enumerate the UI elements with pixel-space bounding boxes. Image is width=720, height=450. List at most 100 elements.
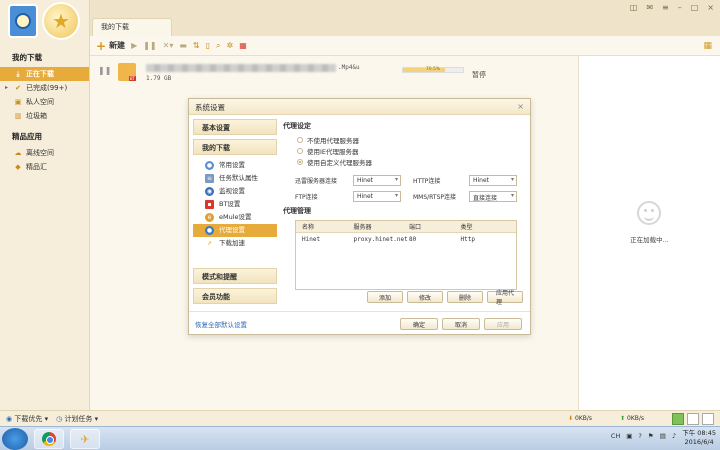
nav-item-common[interactable]: ● 常用设置 xyxy=(193,159,277,172)
nav-item-task-default[interactable]: ≡ 任务默认属性 xyxy=(193,172,277,185)
nav-item-label: 常用设置 xyxy=(219,161,245,169)
radio-ie-proxy[interactable]: 使用IE代理服务器 xyxy=(283,145,527,156)
new-task-button[interactable]: + 新建 xyxy=(96,39,125,53)
column-header: 类型 xyxy=(460,224,473,231)
close-icon[interactable]: × xyxy=(707,3,714,12)
cell-name: Hinet xyxy=(302,235,321,243)
nav-item-label: eMule设置 xyxy=(219,213,252,221)
sidebar-item-private[interactable]: ▣ 私人空间 xyxy=(0,95,89,109)
maximize-icon[interactable]: □ xyxy=(691,3,699,12)
search-icon[interactable]: ⌕ xyxy=(216,41,220,51)
add-button[interactable]: 添加 xyxy=(367,291,403,303)
proxy-row-label: 迅雷服务器连接 xyxy=(295,178,338,185)
network-icon[interactable]: ▤ xyxy=(660,432,666,440)
gift-icon[interactable]: ▦ xyxy=(239,41,247,50)
sidebar-item-label: 正在下载 xyxy=(26,70,54,78)
view-mode-icon[interactable] xyxy=(687,412,699,425)
proxy-table: 名称 服务器 端口 类型 Hinet proxy.hinet.net 80 Ht… xyxy=(295,220,517,290)
clock-time: 下午 08:45 xyxy=(682,429,716,437)
folder-icon[interactable]: ▬ xyxy=(179,41,187,50)
apply-button[interactable]: 应用 xyxy=(484,318,522,330)
proxy-row-ftp: FTP连接 Hinet xyxy=(295,191,401,202)
nav-member[interactable]: 会员功能 xyxy=(193,288,277,304)
flag-icon[interactable]: ⚑ xyxy=(648,432,654,440)
system-tray: CH ▣ ? ⚑ ▤ ♪ xyxy=(611,432,676,440)
sidebar-item-apps[interactable]: ◆ 精品汇 xyxy=(0,160,89,174)
delete-button[interactable]: 删除 xyxy=(447,291,483,303)
grid-view-icon[interactable]: ▦ xyxy=(703,41,712,51)
proxy-row-http: HTTP连接 Hinet xyxy=(413,175,517,186)
thunder-logo-icon[interactable]: ★ xyxy=(42,2,80,40)
start-button[interactable] xyxy=(2,428,28,450)
nav-item-accelerate[interactable]: ➚ 下载加速 xyxy=(193,237,277,250)
proxy-select[interactable]: Hinet xyxy=(353,191,401,202)
minimize-icon[interactable]: – xyxy=(678,3,682,12)
proxy-select[interactable]: Hinet xyxy=(353,175,401,186)
nav-mode-reminder[interactable]: 模式和提醒 xyxy=(193,268,277,284)
nav-item-label: 代理设置 xyxy=(219,226,245,234)
toolbar: + 新建 ▶ ❚❚ ✕▾ ▬ ⇅ ▯ ⌕ ✲ ▦ ▦ xyxy=(90,36,720,56)
language-indicator[interactable]: CH xyxy=(611,432,620,440)
view-mode-icon[interactable] xyxy=(672,412,684,425)
help-icon[interactable]: ? xyxy=(638,432,641,440)
status-bar: ◉ 下载优先 ▾ ◷ 计划任务 ▾ ⬇ 0KB/s ⬆ 0KB/s xyxy=(0,410,720,426)
sort-icon[interactable]: ⇅ xyxy=(193,41,200,50)
sidebar-item-offline[interactable]: ☁ 离线空间 xyxy=(0,146,89,160)
clock[interactable]: 下午 08:45 2016/6/4 xyxy=(682,429,716,447)
view-mode-icon[interactable] xyxy=(702,412,714,425)
proxy-select[interactable]: Hinet xyxy=(469,175,517,186)
volume-icon[interactable]: ♪ xyxy=(672,432,676,440)
scheduled-task-label: 计划任务 xyxy=(64,414,93,423)
logo-area: ★ xyxy=(0,0,89,44)
nav-basic-settings[interactable]: 基本设置 xyxy=(193,119,277,135)
avatar[interactable] xyxy=(8,4,38,38)
sidebar-item-completed[interactable]: ▸ ✔ 已完成(99+) xyxy=(0,81,89,95)
scheduled-task-button[interactable]: ◷ 计划任务 ▾ xyxy=(56,414,98,424)
pause-icon[interactable]: ❚❚ xyxy=(143,41,156,50)
skin-icon[interactable]: ◫ xyxy=(630,3,638,12)
table-row[interactable]: Hinet proxy.hinet.net 80 Http xyxy=(296,233,516,245)
taskbar-thunder[interactable]: ✈ xyxy=(70,429,100,449)
nav-item-monitor[interactable]: ◉ 监视设置 xyxy=(193,185,277,198)
nav-my-download[interactable]: 我的下载 xyxy=(193,139,277,155)
tab-my-downloads[interactable]: 我的下载 xyxy=(92,18,172,36)
gear-icon[interactable]: ✲ xyxy=(227,41,234,50)
sidebar-item-downloading[interactable]: ⤓ 正在下载 xyxy=(0,67,89,81)
nav-item-label: 任务默认属性 xyxy=(219,174,258,182)
download-priority-button[interactable]: ◉ 下载优先 ▾ xyxy=(6,414,48,424)
expand-arrow-icon[interactable]: ▸ xyxy=(5,81,8,95)
progress-bar: 70.5% xyxy=(402,67,464,73)
start-icon[interactable]: ▶ xyxy=(131,41,137,50)
accelerate-icon: ➚ xyxy=(206,240,213,247)
avatar-face xyxy=(15,13,31,29)
notify-icon[interactable]: ✉ xyxy=(646,3,653,12)
edit-button[interactable]: 修改 xyxy=(407,291,443,303)
task-row[interactable]: ❚❚ .Mp4&u 1.79 GB 70.5% 暂停 xyxy=(90,60,578,86)
nav-item-bt[interactable]: ▪ BT设置 xyxy=(193,198,277,211)
ok-button[interactable]: 确定 xyxy=(400,318,438,330)
close-icon[interactable]: × xyxy=(517,102,524,111)
taskbar-chrome[interactable] xyxy=(34,429,64,449)
pause-icon[interactable]: ❚❚ xyxy=(98,66,111,75)
radio-custom-proxy[interactable]: 使用自定义代理服务器 xyxy=(283,156,527,167)
book-icon[interactable]: ▯ xyxy=(206,41,210,50)
proxy-select[interactable]: 直接连接 xyxy=(469,191,517,202)
nav-item-proxy[interactable]: ● 代理设置 xyxy=(193,224,277,237)
sidebar-item-trash[interactable]: ▥ 垃圾箱 xyxy=(0,109,89,123)
radio-no-proxy[interactable]: 不使用代理服务器 xyxy=(283,134,527,145)
restore-defaults-link[interactable]: 恢复全部默认设置 xyxy=(195,319,247,329)
menu-icon[interactable]: ≡ xyxy=(662,3,669,12)
apply-proxy-button[interactable]: 应用代理 xyxy=(487,290,523,306)
check-icon: ✔ xyxy=(15,84,21,92)
delete-icon[interactable]: ✕▾ xyxy=(163,41,174,50)
detail-panel: 正在加载中... xyxy=(578,56,720,410)
tray-icon[interactable]: ▣ xyxy=(626,432,632,440)
settings-nav: 基本设置 我的下载 ● 常用设置 ≡ 任务默认属性 ◉ 监视设置 ▪ BT设置 e eMu… xyxy=(193,119,277,311)
proxy-row-label: MMS/RTSP连接 xyxy=(413,194,457,201)
nav-item-emule[interactable]: e eMule设置 xyxy=(193,211,277,224)
task-name-blurred xyxy=(146,64,336,72)
proxy-actions: 添加 修改 删除 应用代理 xyxy=(367,290,523,306)
sidebar-item-label: 垃圾箱 xyxy=(26,112,47,120)
cancel-button[interactable]: 取消 xyxy=(442,318,480,330)
download-priority-label: 下载优先 xyxy=(14,414,43,423)
